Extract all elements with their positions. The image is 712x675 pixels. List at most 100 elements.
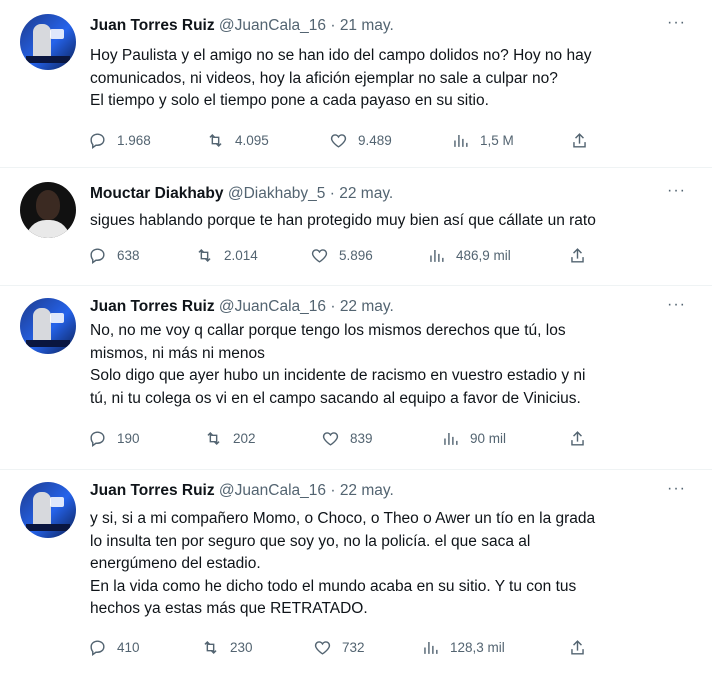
reply-count: 190 (117, 431, 140, 446)
avatar[interactable] (20, 14, 76, 70)
retweet-icon (207, 431, 220, 446)
views-count: 90 mil (470, 431, 507, 446)
separator-dot: · (329, 185, 335, 202)
views-button[interactable]: 486,9 mil (427, 246, 511, 265)
views-icon (430, 249, 444, 262)
views-button[interactable]: 128,3 mil (421, 638, 505, 657)
tweet-text-line: energúmeno del estadio. (90, 555, 261, 572)
tweet-header: Juan Torres Ruiz @JuanCala_16 · 22 may. (90, 482, 394, 500)
tweet-date[interactable]: 22 may. (340, 298, 394, 315)
reply-button[interactable]: 1.968 (88, 131, 151, 150)
separator-dot: · (330, 298, 336, 315)
retweet-count: 202 (233, 431, 256, 446)
author-name[interactable]: Juan Torres Ruiz (90, 17, 215, 34)
like-button[interactable]: 839 (321, 429, 373, 448)
tweet-text-line: Hoy Paulista y el amigo no se han ido de… (90, 47, 592, 64)
avatar[interactable] (20, 482, 76, 538)
views-icon (424, 641, 438, 654)
tweet-text-line: No, no me voy q callar porque tengo los … (90, 322, 566, 339)
author-name[interactable]: Juan Torres Ruiz (90, 298, 215, 315)
reply-icon (90, 640, 105, 657)
views-button[interactable]: 90 mil (441, 429, 506, 448)
retweet-icon (198, 248, 211, 263)
tweet-text-line: sigues hablando porque te han protegido … (90, 212, 596, 229)
reply-icon (90, 133, 105, 150)
like-icon (322, 432, 339, 446)
like-count: 5.896 (339, 248, 373, 263)
like-button[interactable]: 732 (313, 638, 365, 657)
tweet[interactable]: Juan Torres Ruiz @JuanCala_16 · 22 may. … (0, 470, 712, 675)
like-icon (330, 134, 347, 148)
tweet-text-line: comunicados, ni videos, hoy la afición e… (90, 69, 558, 87)
tweet-text-line: mismos, ni más ni menos (90, 344, 265, 362)
reply-count: 638 (117, 248, 140, 263)
share-button[interactable] (568, 429, 597, 448)
reply-button[interactable]: 190 (88, 429, 140, 448)
like-icon (314, 641, 331, 655)
share-button[interactable] (568, 246, 597, 265)
retweet-count: 230 (230, 640, 253, 655)
share-button[interactable] (568, 638, 597, 657)
retweet-button[interactable]: 230 (201, 638, 253, 657)
tweet-text: sigues hablando porque te han protegido … (90, 210, 690, 233)
tweet-text-line: El tiempo y solo el tiempo pone a cada p… (90, 92, 489, 109)
share-button[interactable] (570, 131, 599, 150)
tweet-text-line: lo insulta ten por seguro que soy yo, no… (90, 532, 531, 550)
avatar[interactable] (20, 298, 76, 354)
author-handle[interactable]: @JuanCala_16 (219, 17, 326, 34)
retweet-icon (209, 133, 222, 148)
like-count: 732 (342, 640, 365, 655)
retweet-button[interactable]: 202 (204, 429, 256, 448)
tweet[interactable]: Juan Torres Ruiz @JuanCala_16 · 21 may. … (0, 0, 712, 168)
retweet-count: 4.095 (235, 133, 269, 148)
tweet-date[interactable]: 22 may. (340, 482, 394, 499)
more-options-icon[interactable]: ··· (667, 480, 686, 498)
share-icon (573, 133, 586, 148)
tweet-text: No, no me voy q callar porque tengo los … (90, 320, 690, 410)
share-icon (571, 640, 584, 655)
share-icon (571, 431, 584, 446)
retweet-icon (204, 640, 217, 655)
retweet-count: 2.014 (224, 248, 258, 263)
tweet-text-line: En la vida como he dicho todo el mundo a… (90, 577, 577, 595)
tweet[interactable]: Juan Torres Ruiz @JuanCala_16 · 22 may. … (0, 286, 712, 470)
separator-dot: · (330, 482, 336, 499)
retweet-button[interactable]: 4.095 (206, 131, 269, 150)
tweet-header: Juan Torres Ruiz @JuanCala_16 · 22 may. (90, 298, 394, 316)
like-button[interactable]: 9.489 (329, 131, 392, 150)
like-icon (311, 249, 328, 263)
tweet-text-line: hechos ya estas más que RETRATADO. (90, 600, 368, 617)
reply-icon (90, 248, 105, 265)
reply-icon (90, 431, 105, 448)
reply-button[interactable]: 410 (88, 638, 140, 657)
tweet-header: Mouctar Diakhaby @Diakhaby_5 · 22 may. (90, 185, 393, 203)
tweet-text-line: tú, ni tu colega os vi en el campo sacan… (90, 389, 581, 407)
author-handle[interactable]: @JuanCala_16 (219, 298, 326, 315)
views-button[interactable]: 1,5 M (451, 131, 514, 150)
author-handle[interactable]: @JuanCala_16 (219, 482, 326, 499)
views-count: 486,9 mil (456, 248, 511, 263)
tweet-header: Juan Torres Ruiz @JuanCala_16 · 21 may. (90, 17, 394, 35)
views-icon (454, 134, 468, 147)
like-count: 839 (350, 431, 373, 446)
tweet-text-line: y si, si a mi compañero Momo, o Choco, o… (90, 510, 596, 527)
reply-count: 1.968 (117, 133, 151, 148)
retweet-button[interactable]: 2.014 (195, 246, 258, 265)
tweet-text: Hoy Paulista y el amigo no se han ido de… (90, 45, 690, 113)
tweet[interactable]: Mouctar Diakhaby @Diakhaby_5 · 22 may. ·… (0, 168, 712, 286)
separator-dot: · (330, 17, 336, 34)
reply-button[interactable]: 638 (88, 246, 140, 265)
tweet-date[interactable]: 21 may. (340, 17, 394, 34)
tweet-date[interactable]: 22 may. (339, 185, 393, 202)
views-count: 1,5 M (480, 133, 514, 148)
like-button[interactable]: 5.896 (310, 246, 373, 265)
avatar[interactable] (20, 182, 76, 238)
author-name[interactable]: Juan Torres Ruiz (90, 482, 215, 499)
more-options-icon[interactable]: ··· (667, 14, 686, 32)
share-icon (571, 248, 584, 263)
reply-count: 410 (117, 640, 140, 655)
author-name[interactable]: Mouctar Diakhaby (90, 185, 224, 202)
more-options-icon[interactable]: ··· (667, 182, 686, 200)
more-options-icon[interactable]: ··· (667, 296, 686, 314)
author-handle[interactable]: @Diakhaby_5 (228, 185, 326, 202)
